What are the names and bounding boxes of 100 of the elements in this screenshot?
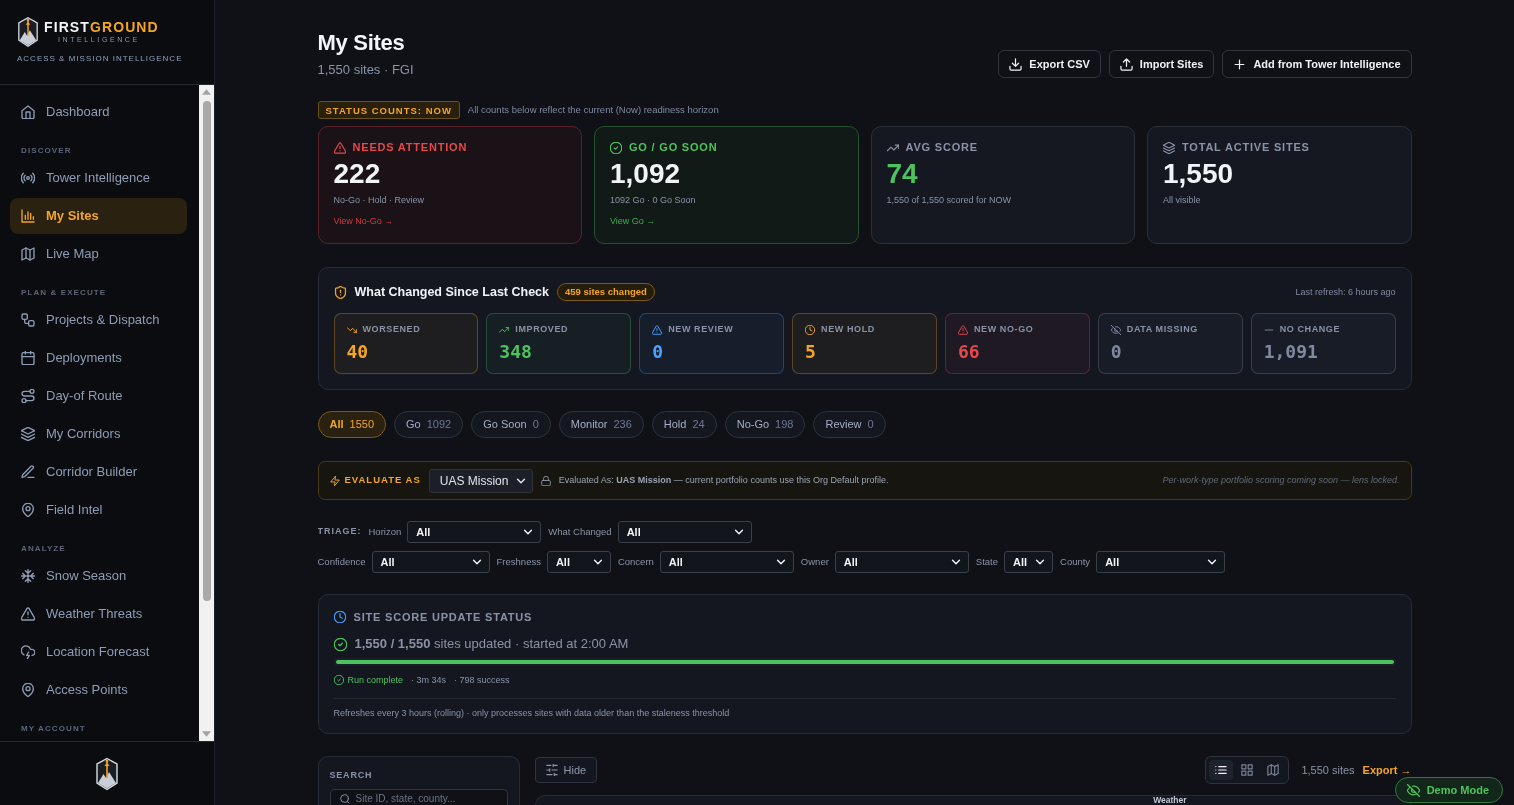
changed-count-badge: 459 sites changed <box>557 283 655 301</box>
logo-icon <box>95 756 119 791</box>
last-refresh-text: Last refresh: 6 hours ago <box>1295 286 1396 298</box>
filter-select[interactable]: All <box>617 521 752 543</box>
workflow-icon <box>21 313 35 327</box>
nav-item[interactable]: My Corridors <box>10 416 187 452</box>
filter-chip[interactable]: Hold 24 <box>651 411 717 438</box>
warning-icon <box>652 324 663 335</box>
export-csv-button[interactable]: Export CSV <box>998 50 1101 78</box>
lens-locked-note: Per-work-type portfolio scoring coming soon — lens locked. <box>1162 473 1400 487</box>
plus-icon <box>1233 57 1247 71</box>
layers-icon <box>1163 141 1175 154</box>
filter-label: Freshness <box>496 554 541 569</box>
filter-select[interactable]: All <box>371 551 490 573</box>
site-count: 1,550 sites <box>1301 763 1355 777</box>
demo-mode-button[interactable]: Demo Mode <box>1394 777 1503 803</box>
filter-label: Confidence <box>317 554 366 569</box>
filter-select[interactable]: All <box>1096 551 1226 573</box>
download-icon <box>1009 57 1023 71</box>
filter-select[interactable]: All <box>407 521 542 543</box>
nav-item[interactable]: Live Map <box>10 236 187 272</box>
lock-icon <box>540 475 551 486</box>
nav-item[interactable]: Corridor Builder <box>10 454 187 490</box>
profile-select[interactable]: UAS Mission <box>428 468 533 493</box>
map-pin-icon <box>21 683 35 697</box>
nav-item[interactable]: Field Intel <box>10 492 187 528</box>
tile-value: 40 <box>346 341 369 363</box>
filter-chip[interactable]: All 1550 <box>317 411 387 438</box>
stat-value: 74 <box>886 158 919 190</box>
evaluated-as-note: Evaluated As: UAS Mission — current portfolio counts use this Org Default profile. <box>558 473 889 487</box>
refresh-note: Refreshes every 3 hours (rolling) · only processes sites with data older than the staleness threshold <box>333 698 1396 719</box>
nav-item[interactable]: Deployments <box>10 340 187 376</box>
list-icon <box>1215 764 1228 776</box>
filter-label: Horizon <box>368 524 402 539</box>
check-circle-icon <box>333 675 344 685</box>
search-label: SEARCH <box>329 769 374 781</box>
logo-icon <box>17 16 39 48</box>
stat-detail: 1092 Go · 0 Go Soon <box>610 194 697 207</box>
bar-chart-icon <box>21 209 35 223</box>
tile-label: DATA MISSING <box>1126 324 1198 335</box>
grid-icon <box>1241 764 1254 776</box>
warning-icon <box>333 141 346 154</box>
view-link[interactable]: View No-Go → <box>333 215 394 228</box>
trending-up-icon <box>886 141 899 154</box>
export-link[interactable]: Export → <box>1362 763 1412 777</box>
filter-select[interactable]: All <box>659 551 794 573</box>
stat-label: GO / GO SOON <box>629 141 718 154</box>
stat-label: NEEDS ATTENTION <box>352 141 468 154</box>
nav-item[interactable]: Projects & Dispatch <box>10 302 187 338</box>
home-icon <box>21 105 35 119</box>
filter-chip[interactable]: Monitor 236 <box>558 411 644 438</box>
update-summary: 1,550 / 1,550 sites updated · started at 2:00 AM <box>354 636 629 652</box>
list-view-button[interactable] <box>1209 760 1234 780</box>
scrollbar[interactable] <box>199 85 214 741</box>
nav-item[interactable]: My Sites <box>10 198 187 234</box>
route-icon <box>21 389 35 403</box>
shield-alert-icon <box>333 285 347 299</box>
nav-item[interactable]: Dashboard <box>10 94 187 130</box>
filter-chip[interactable]: Go Soon 0 <box>471 411 551 438</box>
tile-label: WORSENED <box>362 324 421 335</box>
page-subtitle: 1,550 sites · FGI <box>317 62 414 78</box>
view-link[interactable]: View Go → <box>610 215 656 228</box>
warning-icon <box>957 324 968 335</box>
tile-value: 348 <box>499 341 532 363</box>
filter-label: Concern <box>617 554 654 569</box>
upload-icon <box>1119 57 1133 71</box>
nav-item[interactable]: Day-of Route <box>10 378 187 414</box>
nav-item[interactable]: Tower Intelligence <box>10 160 187 196</box>
stat-detail: 1,550 of 1,550 scored for NOW <box>886 194 1013 207</box>
search-field[interactable]: Site ID, state, county... <box>329 789 508 805</box>
filter-chip[interactable]: Review 0 <box>813 411 886 438</box>
calendar-icon <box>21 351 35 365</box>
trending-up-icon <box>499 324 510 335</box>
nav-item[interactable]: Snow Season <box>10 558 187 594</box>
nav-item[interactable]: Access Points <box>10 672 187 708</box>
import-sites-button[interactable]: Import Sites <box>1108 50 1215 78</box>
stat-value: 222 <box>333 158 382 190</box>
filter-chip[interactable]: No-Go 198 <box>724 411 806 438</box>
nav-item[interactable]: Weather Threats <box>10 596 187 632</box>
filter-chip[interactable]: Go 1092 <box>394 411 464 438</box>
filter-select[interactable]: All <box>834 551 969 573</box>
status-note: All counts below reflect the current (Now) readiness horizon <box>467 104 719 116</box>
tile-label: NEW NO-GO <box>973 324 1034 335</box>
tile-value: 66 <box>957 341 980 363</box>
tile-label: IMPROVED <box>515 324 569 335</box>
nav-item[interactable]: Location Forecast <box>10 634 187 670</box>
tile-value: 0 <box>652 341 664 363</box>
filter-select[interactable]: All <box>546 551 611 573</box>
map-pin-icon <box>21 503 35 517</box>
nav-section-label: MY ACCOUNT <box>20 723 87 735</box>
eye-off-icon <box>1406 783 1420 797</box>
tile-value: 0 <box>1110 341 1122 363</box>
caret-up-icon[interactable] <box>202 89 211 95</box>
nav-section-label: DISCOVER <box>20 145 73 157</box>
run-stat: · 3m 34s <box>411 674 447 686</box>
add-sites-button[interactable]: Add from Tower Intelligence <box>1222 50 1412 78</box>
caret-down-icon[interactable] <box>202 731 211 737</box>
filter-select[interactable]: All <box>1004 551 1053 573</box>
hide-columns-button[interactable]: Hide <box>534 757 598 783</box>
brand-subtitle: ACCESS & MISSION INTELLIGENCE <box>17 54 184 64</box>
